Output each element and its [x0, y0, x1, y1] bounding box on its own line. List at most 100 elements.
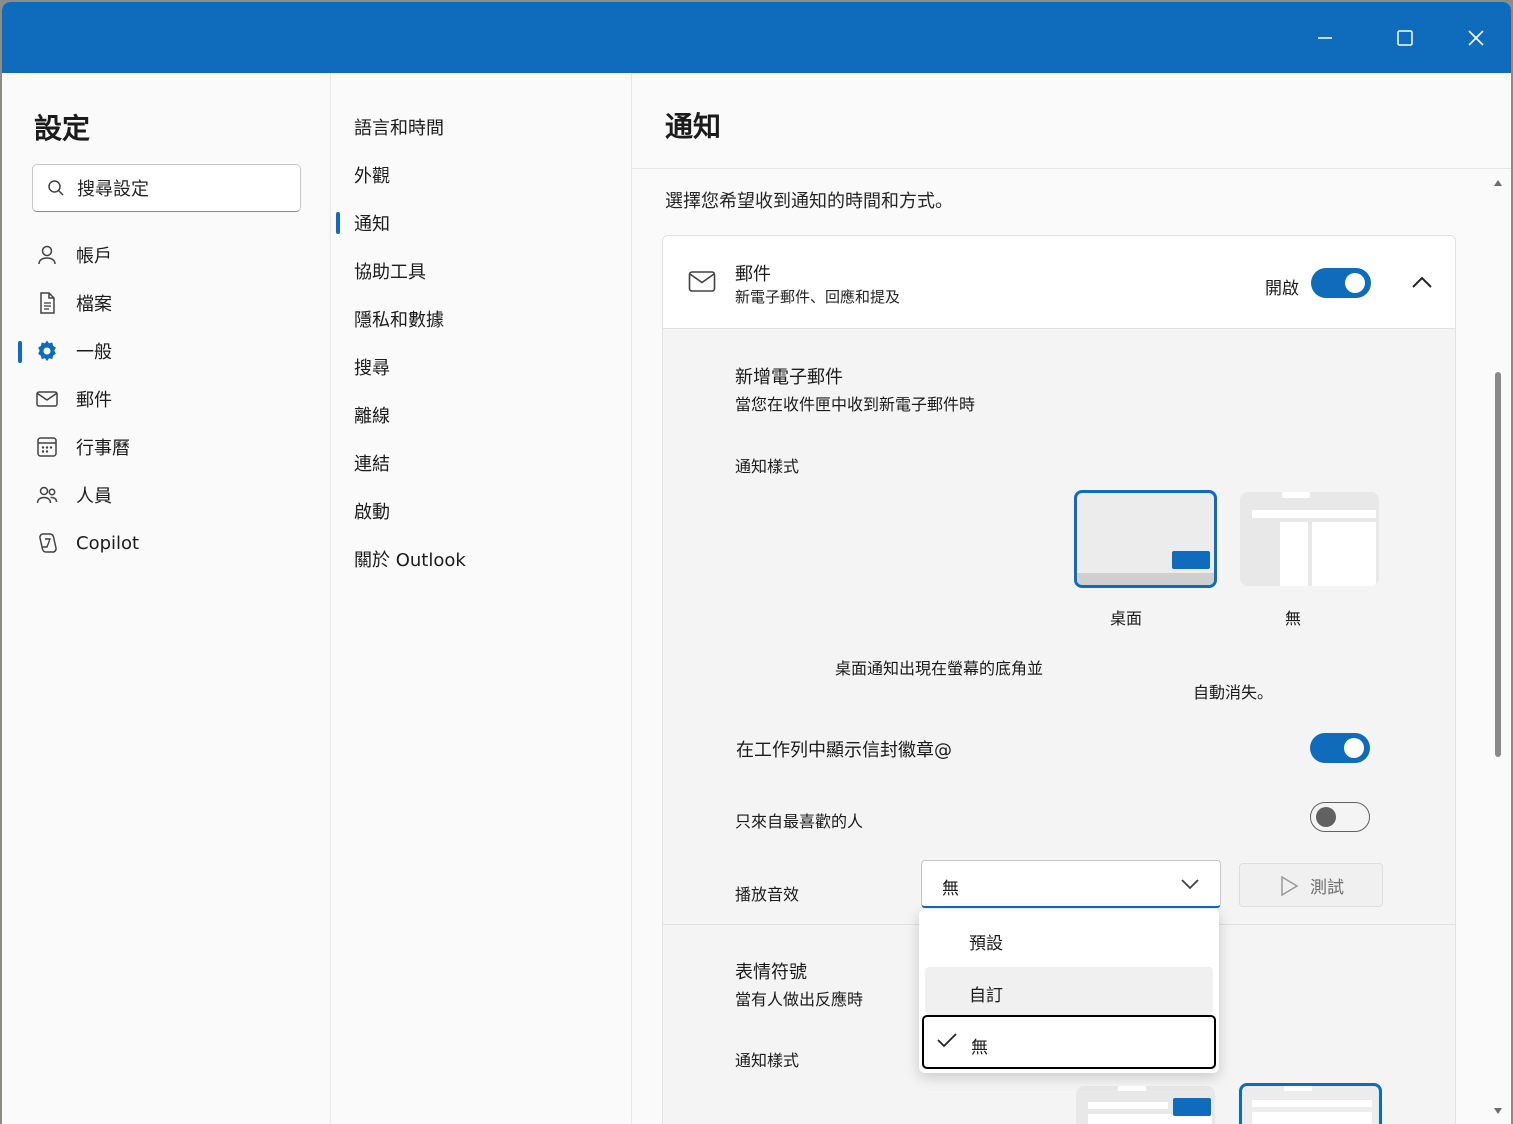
scroll-thumb[interactable] — [1495, 372, 1501, 757]
page-title: 通知 — [665, 110, 722, 143]
subnav-item-about[interactable]: 關於 Outlook — [332, 535, 632, 583]
scroll-down-icon[interactable] — [1494, 1107, 1502, 1115]
dropdown-option-label: 預設 — [969, 934, 1003, 954]
settings-window: 設定 搜尋設定 帳戶 檔案 一般 郵件 行事曆 人員 Copilot 語言和時間… — [2, 2, 1511, 1124]
dropdown-option-custom[interactable]: 自訂 — [925, 967, 1213, 1015]
subnav-item-startup[interactable]: 啟動 — [332, 487, 632, 535]
style-option-desktop[interactable] — [1074, 490, 1217, 588]
style-description-line2: 自動消失。 — [1193, 683, 1274, 702]
minimize-button[interactable] — [1289, 2, 1361, 73]
subnav-item-label: 離線 — [354, 406, 390, 427]
dropdown-option-none[interactable]: 無 — [922, 1015, 1216, 1069]
style-option-none[interactable] — [1240, 492, 1379, 586]
favorites-toggle[interactable] — [1310, 802, 1370, 832]
subnav-item-label: 協助工具 — [354, 262, 426, 283]
pane-header: 通知 — [632, 73, 1511, 169]
dropdown-option-default[interactable]: 預設 — [925, 915, 1213, 963]
sidebar-item-mail[interactable]: 郵件 — [2, 375, 331, 423]
preview-column — [1280, 522, 1308, 586]
person-icon — [34, 242, 60, 268]
badge-toggle[interactable] — [1310, 733, 1370, 763]
sidebar-item-general[interactable]: 一般 — [2, 327, 331, 375]
sidebar-item-label: 行事曆 — [76, 438, 130, 459]
sidebar-item-label: 郵件 — [76, 390, 112, 411]
new-email-description: 當您在收件匣中收到新電子郵件時 — [735, 395, 976, 414]
mail-icon — [688, 271, 716, 292]
selection-indicator — [18, 341, 22, 363]
test-sound-button[interactable]: 測試 — [1239, 863, 1383, 907]
subnav-item-label: 通知 — [354, 214, 390, 235]
maximize-button[interactable] — [1369, 2, 1441, 73]
subnav-item-appearance[interactable]: 外觀 — [332, 151, 632, 199]
mail-notifications-toggle[interactable] — [1311, 268, 1371, 298]
close-icon — [1468, 29, 1484, 46]
subnav-item-privacy[interactable]: 隱私和數據 — [332, 295, 632, 343]
style-description-line1: 桌面通知出現在螢幕的底角並 — [835, 659, 1044, 678]
subnav-item-label: 啟動 — [354, 502, 390, 523]
style-caption-none: 無 — [1285, 609, 1302, 628]
search-placeholder: 搜尋設定 — [77, 179, 149, 200]
reactions-description: 當有人做出反應時 — [735, 990, 864, 1009]
selection-indicator — [336, 212, 340, 234]
settings-sidebar: 設定 搜尋設定 帳戶 檔案 一般 郵件 行事曆 人員 Copilot — [2, 73, 331, 1124]
search-input[interactable]: 搜尋設定 — [32, 164, 301, 212]
play-icon — [1281, 875, 1299, 897]
title-bar[interactable] — [2, 2, 1511, 73]
toast-preview — [1172, 551, 1210, 569]
gear-icon — [34, 338, 60, 364]
scroll-up-icon[interactable] — [1494, 179, 1502, 187]
mail-icon — [34, 386, 60, 412]
subnav-item-links[interactable]: 連結 — [332, 439, 632, 487]
subnav-item-label: 語言和時間 — [354, 118, 444, 139]
preview-bar — [1088, 1102, 1168, 1109]
sidebar-item-label: 一般 — [76, 342, 112, 363]
sidebar-item-people[interactable]: 人員 — [2, 471, 331, 519]
sidebar-item-label: 檔案 — [76, 294, 112, 315]
new-email-title: 新增電子郵件 — [735, 367, 843, 388]
badge-label: 在工作列中顯示信封徽章@ — [736, 740, 952, 761]
subnav-item-accessibility[interactable]: 協助工具 — [332, 247, 632, 295]
sidebar-item-label: 人員 — [76, 486, 112, 507]
preview-pane — [1252, 1112, 1372, 1124]
toggle-label: 開啟 — [1265, 279, 1299, 299]
subnav-item-language[interactable]: 語言和時間 — [332, 103, 632, 151]
subnav-item-label: 外觀 — [354, 166, 390, 187]
sound-dropdown-list: 預設 自訂 無 — [919, 909, 1219, 1073]
sound-select[interactable]: 無 — [921, 860, 1221, 908]
subnav-item-search[interactable]: 搜尋 — [332, 343, 632, 391]
reactions-style-option-desktop[interactable] — [1076, 1086, 1215, 1124]
general-subnav: 語言和時間 外觀 通知 協助工具 隱私和數據 搜尋 離線 連結 啟動 關於 Ou… — [332, 73, 632, 1124]
close-button[interactable] — [1440, 2, 1511, 73]
sidebar-nav: 帳戶 檔案 一般 郵件 行事曆 人員 Copilot — [2, 231, 331, 567]
sidebar-item-account[interactable]: 帳戶 — [2, 231, 331, 279]
subnav-item-label: 關於 Outlook — [354, 550, 466, 571]
subnav-item-offline[interactable]: 離線 — [332, 391, 632, 439]
sidebar-item-files[interactable]: 檔案 — [2, 279, 331, 327]
test-button-label: 測試 — [1310, 878, 1344, 898]
subnav-list: 語言和時間 外觀 通知 協助工具 隱私和數據 搜尋 離線 連結 啟動 關於 Ou… — [332, 103, 632, 583]
card-header[interactable]: 郵件 新電子郵件、回應和提及 開啟 — [663, 236, 1455, 329]
document-icon — [34, 290, 60, 316]
copilot-icon — [34, 530, 60, 556]
checkmark-icon — [937, 1033, 957, 1048]
scrollbar[interactable] — [1492, 175, 1504, 1120]
dropdown-option-label: 無 — [971, 1038, 988, 1058]
subnav-item-notifications[interactable]: 通知 — [332, 199, 632, 247]
subnav-item-label: 隱私和數據 — [354, 310, 444, 331]
chevron-up-icon[interactable] — [1411, 272, 1433, 294]
reactions-style-option-none[interactable] — [1239, 1083, 1382, 1124]
subnav-item-label: 連結 — [354, 454, 390, 475]
sidebar-item-calendar[interactable]: 行事曆 — [2, 423, 331, 471]
preview-handle — [1118, 1086, 1146, 1091]
notification-style-label: 通知樣式 — [735, 457, 800, 476]
search-icon — [48, 180, 64, 196]
reactions-title: 表情符號 — [735, 962, 807, 983]
sidebar-item-label: 帳戶 — [76, 246, 112, 267]
preview-bar — [1252, 1100, 1372, 1107]
favorites-label: 只來自最喜歡的人 — [735, 812, 864, 831]
sidebar-item-copilot[interactable]: Copilot — [2, 519, 331, 567]
toast-preview — [1173, 1098, 1211, 1116]
preview-pane — [1312, 522, 1376, 586]
taskbar-preview — [1077, 573, 1214, 585]
chevron-down-icon — [1181, 879, 1199, 890]
